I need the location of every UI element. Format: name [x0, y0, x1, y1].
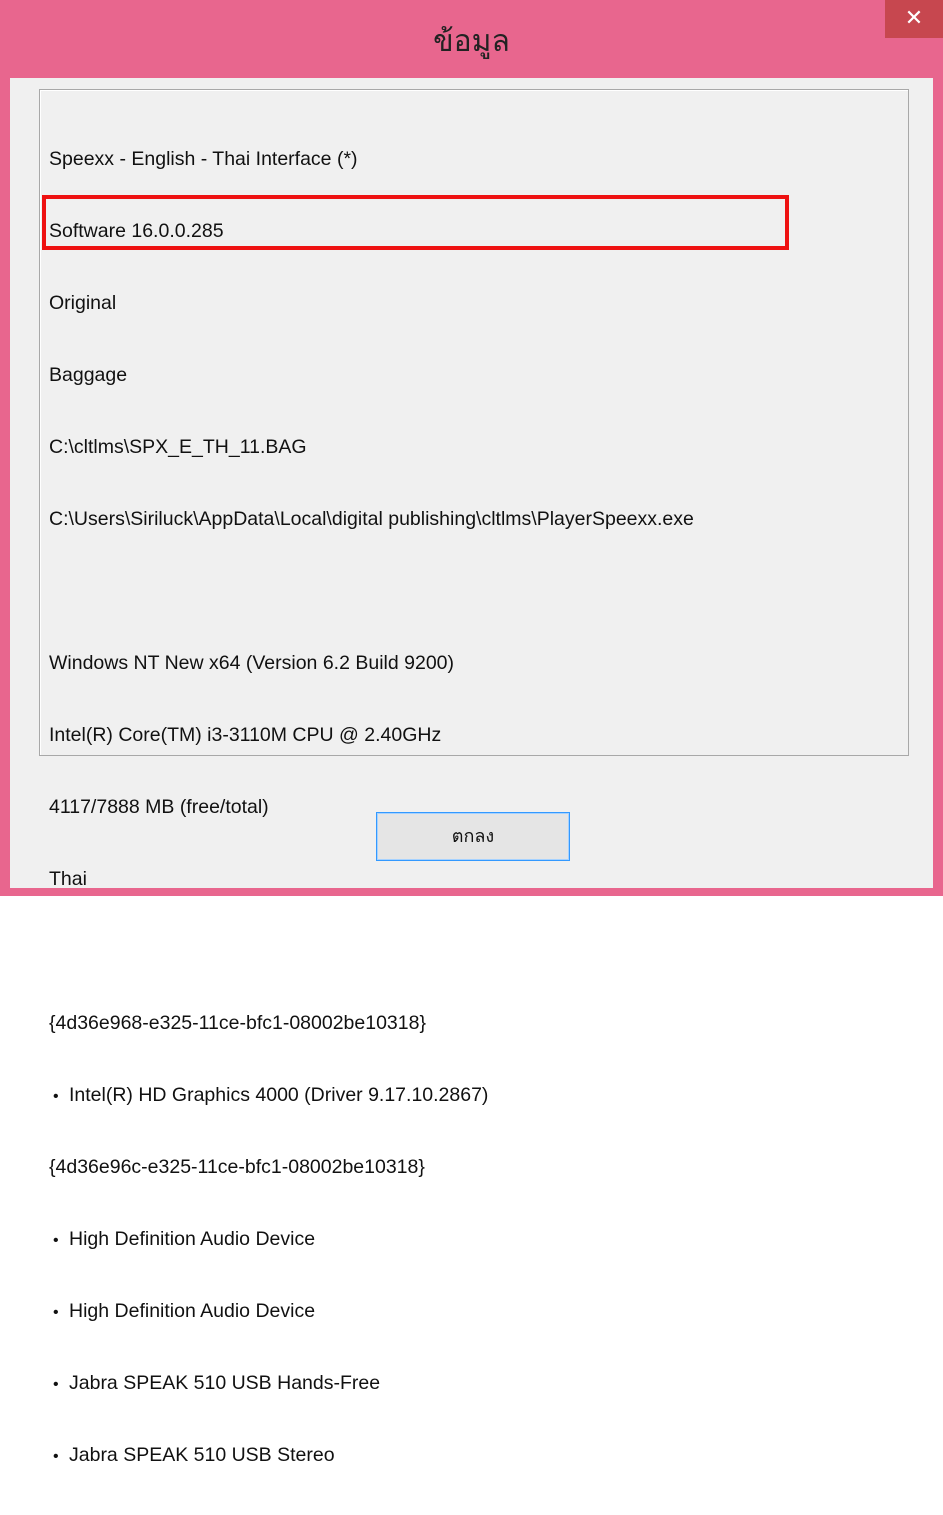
cpu-line: Intel(R) Core(TM) i3-3110M CPU @ 2.40GHz: [49, 724, 442, 746]
product-line: Speexx - English - Thai Interface (*): [49, 148, 358, 170]
baggage-label: Baggage: [49, 364, 128, 386]
device-list-item: Jabra SPEAK 510 USB Hands-Free: [49, 1371, 694, 1395]
device-list-item: Intel(R) HD Graphics 4000 (Driver 9.17.1…: [49, 1083, 694, 1107]
close-icon: ✕: [904, 6, 924, 31]
ok-button[interactable]: ตกลง: [376, 812, 570, 861]
info-text-box[interactable]: Speexx - English - Thai Interface (*) So…: [39, 89, 909, 1466]
info-dialog-window: ข้อมูล ✕ Speexx - English - Thai Interfa…: [0, 0, 943, 1466]
title-bar[interactable]: ข้อมูล ✕: [0, 0, 943, 78]
close-button[interactable]: ✕: [885, 0, 943, 38]
device-list-item: High Definition Audio Device: [49, 1299, 694, 1323]
display-class-guid: {4d36e968-e325-11ce-bfc1-08002be10318}: [49, 1012, 426, 1034]
dialog-client-area: Speexx - English - Thai Interface (*) So…: [10, 78, 933, 1466]
info-text: Speexx - English - Thai Interface (*) So…: [49, 99, 694, 1515]
language-line: Thai: [49, 868, 87, 890]
player-path-line: C:\Users\Siriluck\AppData\Local\digital …: [49, 508, 694, 530]
software-version-line: Software 16.0.0.285: [49, 220, 224, 242]
media-class-guid: {4d36e96c-e325-11ce-bfc1-08002be10318}: [49, 1156, 425, 1178]
edition-line: Original: [49, 292, 117, 314]
device-list-item: Jabra SPEAK 510 USB Stereo: [49, 1443, 694, 1467]
os-line: Windows NT New x64 (Version 6.2 Build 92…: [49, 652, 454, 674]
baggage-path-line: C:\cltlms\SPX_E_TH_11.BAG: [49, 436, 307, 458]
memory-line: 4117/7888 MB (free/total): [49, 796, 269, 818]
dialog-title: ข้อมูล: [433, 24, 510, 59]
device-list-item: High Definition Audio Device: [49, 1227, 694, 1251]
